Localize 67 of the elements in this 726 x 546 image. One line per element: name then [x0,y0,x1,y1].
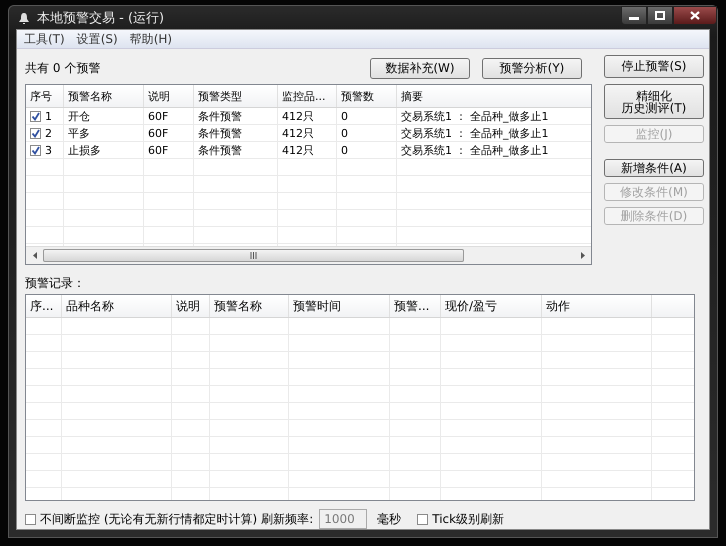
table-cell: 60F [144,125,194,141]
checkbox[interactable] [25,514,36,524]
column-header[interactable]: 预警时间 [289,295,390,317]
table-cell: 60F [144,142,194,158]
checkbox-label: 不间断监控 (无论有无新行情都定时计算) [40,510,258,528]
maximize-icon [655,11,665,20]
column-header[interactable]: 预警类型 [194,85,278,107]
table-cell: 条件预警 [194,142,278,158]
column-header[interactable]: 摘要 [397,85,591,107]
column-header[interactable]: 说明 [144,85,194,107]
table-cell: 条件预警 [194,108,278,124]
maximize-button[interactable] [647,6,673,25]
checkbox[interactable] [30,144,41,156]
column-header[interactable]: 序号 [26,85,64,107]
bell-icon [17,10,31,24]
checkbox[interactable] [30,128,41,138]
window-title: 本地预警交易 - (运行) [37,10,164,26]
left-arrow-icon [32,252,36,259]
menu-item[interactable]: 帮助(H) [124,30,178,48]
column-header[interactable]: 品种名称 [62,295,172,317]
table-cell: 412只 [278,142,337,158]
table-cell: 交易系统1 ： 全品种_做多止1 [397,125,591,141]
table-cell: 3 [45,144,52,156]
table-cell: 412只 [278,125,337,141]
column-header[interactable]: 序... [26,295,62,317]
minimize-button[interactable] [621,6,647,25]
column-header[interactable]: 预警... [390,295,441,317]
field-label: 刷新频率: [261,510,314,528]
unit-label: 毫秒 [377,510,402,528]
menu-item[interactable]: 工具(T) [19,30,70,48]
action-button[interactable]: 新增条件(A) [604,159,704,177]
menu-item[interactable]: 设置(S) [72,30,123,48]
checkbox[interactable] [417,514,428,524]
column-header[interactable]: 说明 [172,295,210,317]
column-header[interactable]: 动作 [542,295,652,317]
table-cell: 条件预警 [194,125,278,141]
table-cell: 交易系统1 ： 全品种_做多止1 [397,142,591,158]
close-button[interactable] [673,6,717,25]
action-button[interactable]: 精细化 历史测评(T) [604,84,704,119]
table-cell: 1 [45,110,52,122]
table-cell: 交易系统1 ： 全品种_做多止1 [397,108,591,124]
close-icon [690,11,700,20]
table-cell: 0 [337,125,397,141]
action-button[interactable]: 停止预警(S) [604,55,704,78]
table-cell: 2 [45,126,52,140]
grip-icon [250,252,257,259]
table-cell: 412只 [278,108,337,124]
table-cell: 0 [337,142,397,158]
horizontal-scrollbar[interactable] [26,246,591,264]
section-label: 预警记录： [25,275,86,292]
table-cell: 止损多 [64,142,144,158]
table-cell: 开仓 [64,108,144,124]
table-cell: 平多 [64,125,144,141]
table-cell: 60F [144,108,194,124]
column-header[interactable]: 现价/盈亏 [441,295,542,317]
checkbox-label: Tick级别刷新 [432,510,504,528]
scrollbar-thumb[interactable] [43,249,464,262]
table-cell: 0 [337,108,397,124]
checkbox[interactable] [30,110,41,122]
toolbar-button[interactable]: 数据补充(W) [370,58,470,78]
column-header[interactable]: 预警名称 [210,295,289,317]
alert-count: 共有 0 个预警 [25,60,102,76]
column-header[interactable]: 预警名称 [64,85,144,107]
column-header[interactable]: 预警数 [337,85,397,107]
toolbar-button[interactable]: 预警分析(Y) [482,58,582,78]
column-header[interactable]: 监控品... [278,85,337,107]
right-arrow-icon [580,252,584,259]
